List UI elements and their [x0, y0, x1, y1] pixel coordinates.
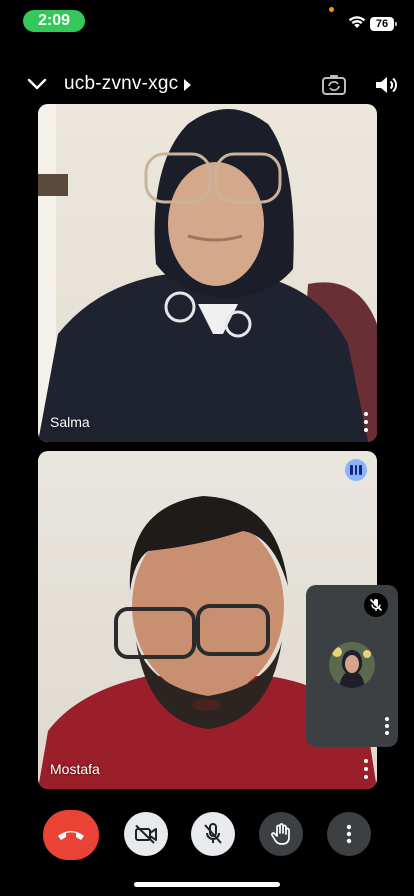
call-controls: [0, 810, 414, 864]
participant-name: Mostafa: [50, 761, 100, 777]
participant-video-salma: [38, 104, 377, 442]
participant-tile-salma[interactable]: Salma: [38, 104, 377, 442]
wifi-icon: [348, 16, 366, 28]
end-call-button[interactable]: [43, 810, 99, 860]
battery-indicator: 76: [370, 17, 397, 31]
avatar: [329, 642, 375, 688]
meeting-code[interactable]: ucb-zvnv-xgc: [64, 73, 178, 95]
mic-toggle-button[interactable]: [191, 812, 235, 856]
camera-indicator-dot: [329, 7, 334, 12]
raise-hand-button[interactable]: [259, 812, 303, 856]
phone-hangup-icon: [58, 831, 84, 840]
more-options-button[interactable]: [327, 812, 371, 856]
camera-off-icon: [135, 824, 157, 844]
status-time: 2:09: [23, 10, 85, 32]
meeting-info-arrow-icon[interactable]: [184, 79, 191, 91]
mic-off-icon: [204, 823, 222, 844]
speaking-indicator-icon: [345, 459, 367, 481]
switch-camera-icon[interactable]: [320, 72, 348, 98]
participant-name: Salma: [50, 414, 90, 430]
speaker-icon[interactable]: [372, 72, 400, 98]
self-view-tile[interactable]: [306, 585, 398, 747]
mic-off-icon: [364, 593, 388, 617]
chevron-down-icon[interactable]: [24, 72, 50, 96]
camera-toggle-button[interactable]: [124, 812, 168, 856]
status-bar: 2:09 76: [0, 0, 414, 44]
home-indicator[interactable]: [134, 882, 280, 887]
more-options-icon[interactable]: [382, 715, 392, 737]
more-vert-icon: [346, 824, 352, 844]
meeting-top-bar: ucb-zvnv-xgc: [0, 64, 414, 104]
hand-icon: [271, 823, 290, 845]
more-options-icon[interactable]: [361, 410, 371, 434]
more-options-icon[interactable]: [361, 757, 371, 781]
